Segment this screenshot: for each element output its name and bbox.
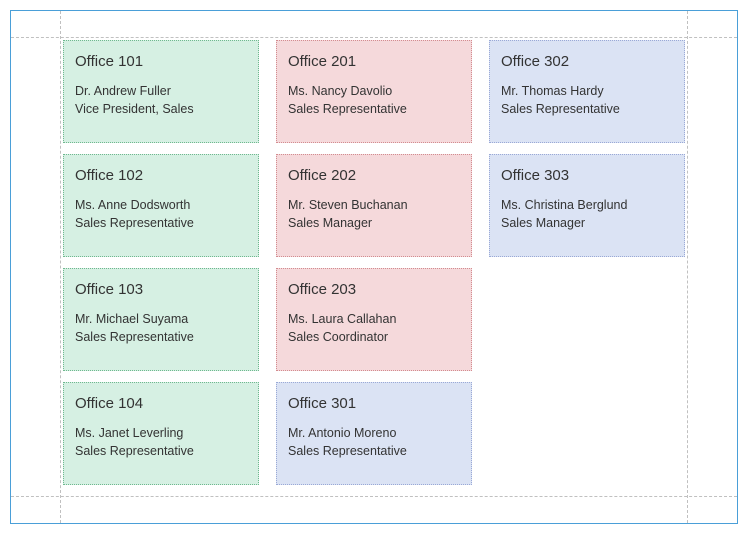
- office-card-person: Mr. Michael Suyama: [75, 310, 247, 329]
- margin-guide-bottom: [11, 496, 737, 497]
- office-card-role: Sales Representative: [288, 442, 460, 461]
- office-card-title: Office 104: [75, 393, 247, 416]
- office-card: Office 201 Ms. Nancy DavolioSales Represe…: [276, 40, 472, 143]
- office-card-role: Sales Representative: [75, 214, 247, 233]
- office-card-title: Office 203: [288, 279, 460, 302]
- office-card-role: Sales Manager: [501, 214, 673, 233]
- cards-container: Office 101 Dr. Andrew FullerVice Presiden…: [63, 40, 685, 494]
- office-card-title: Office 103: [75, 279, 247, 302]
- office-card: Office 302 Mr. Thomas HardySales Represen…: [489, 40, 685, 143]
- margin-guide-top: [11, 37, 737, 38]
- office-card: Office 104 Ms. Janet LeverlingSales Repre…: [63, 382, 259, 485]
- office-card-person: Ms. Nancy Davolio: [288, 82, 460, 101]
- office-card-role: Sales Coordinator: [288, 328, 460, 347]
- office-card-role: Vice President, Sales: [75, 100, 247, 119]
- report-preview-frame: Office 101 Dr. Andrew FullerVice Presiden…: [10, 10, 738, 524]
- office-card: Office 102 Ms. Anne DodsworthSales Repres…: [63, 154, 259, 257]
- office-card: Office 303 Ms. Christina BerglundSales Ma…: [489, 154, 685, 257]
- office-card: Office 103 Mr. Michael SuyamaSales Repres…: [63, 268, 259, 371]
- office-card-person: Mr. Steven Buchanan: [288, 196, 460, 215]
- office-card-role: Sales Representative: [75, 442, 247, 461]
- office-card-role: Sales Representative: [501, 100, 673, 119]
- office-card-title: Office 302: [501, 51, 673, 74]
- office-card-title: Office 301: [288, 393, 460, 416]
- office-card-title: Office 201: [288, 51, 460, 74]
- office-card: Office 101 Dr. Andrew FullerVice Presiden…: [63, 40, 259, 143]
- office-card: Office 301 Mr. Antonio MorenoSales Repres…: [276, 382, 472, 485]
- office-card-title: Office 102: [75, 165, 247, 188]
- office-card-role: Sales Manager: [288, 214, 460, 233]
- office-card: Office 202 Mr. Steven BuchananSales Manag…: [276, 154, 472, 257]
- office-card-person: Ms. Janet Leverling: [75, 424, 247, 443]
- office-card-title: Office 202: [288, 165, 460, 188]
- margin-guide-left: [60, 11, 61, 523]
- office-card-person: Mr. Thomas Hardy: [501, 82, 673, 101]
- office-card-person: Ms. Laura Callahan: [288, 310, 460, 329]
- office-card-title: Office 303: [501, 165, 673, 188]
- office-card: Office 203 Ms. Laura CallahanSales Coordi…: [276, 268, 472, 371]
- office-card-role: Sales Representative: [75, 328, 247, 347]
- office-card-person: Dr. Andrew Fuller: [75, 82, 247, 101]
- office-card-role: Sales Representative: [288, 100, 460, 119]
- margin-guide-right: [687, 11, 688, 523]
- office-card-person: Ms. Anne Dodsworth: [75, 196, 247, 215]
- office-card-person: Mr. Antonio Moreno: [288, 424, 460, 443]
- office-card-title: Office 101: [75, 51, 247, 74]
- office-card-person: Ms. Christina Berglund: [501, 196, 673, 215]
